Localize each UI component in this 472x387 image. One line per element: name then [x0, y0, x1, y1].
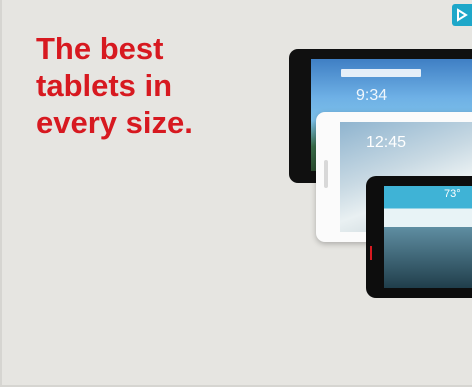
left-border — [0, 0, 2, 387]
medium-tablet-clock: 12:45 — [366, 134, 407, 151]
home-button-graphic — [324, 160, 328, 188]
small-tablet-screen: 73° — [384, 186, 472, 288]
large-tablet-clock: 9:34 — [356, 87, 388, 104]
headline-line-1: The best — [36, 31, 164, 66]
small-tablet-image: 73° — [366, 176, 472, 298]
adchoices-glyph-icon — [457, 8, 468, 22]
headline-line-3: every size. — [36, 105, 193, 140]
brand-check-icon — [370, 246, 382, 260]
search-bar-graphic — [341, 69, 421, 77]
small-tablet-temperature: 73° — [444, 188, 461, 200]
ad-headline: The best tablets in every size. — [36, 30, 256, 141]
tablet-ad-banner[interactable]: The best tablets in every size. 9:34 12:… — [0, 0, 472, 387]
adchoices-icon[interactable] — [452, 4, 472, 26]
headline-line-2: tablets in — [36, 68, 173, 103]
